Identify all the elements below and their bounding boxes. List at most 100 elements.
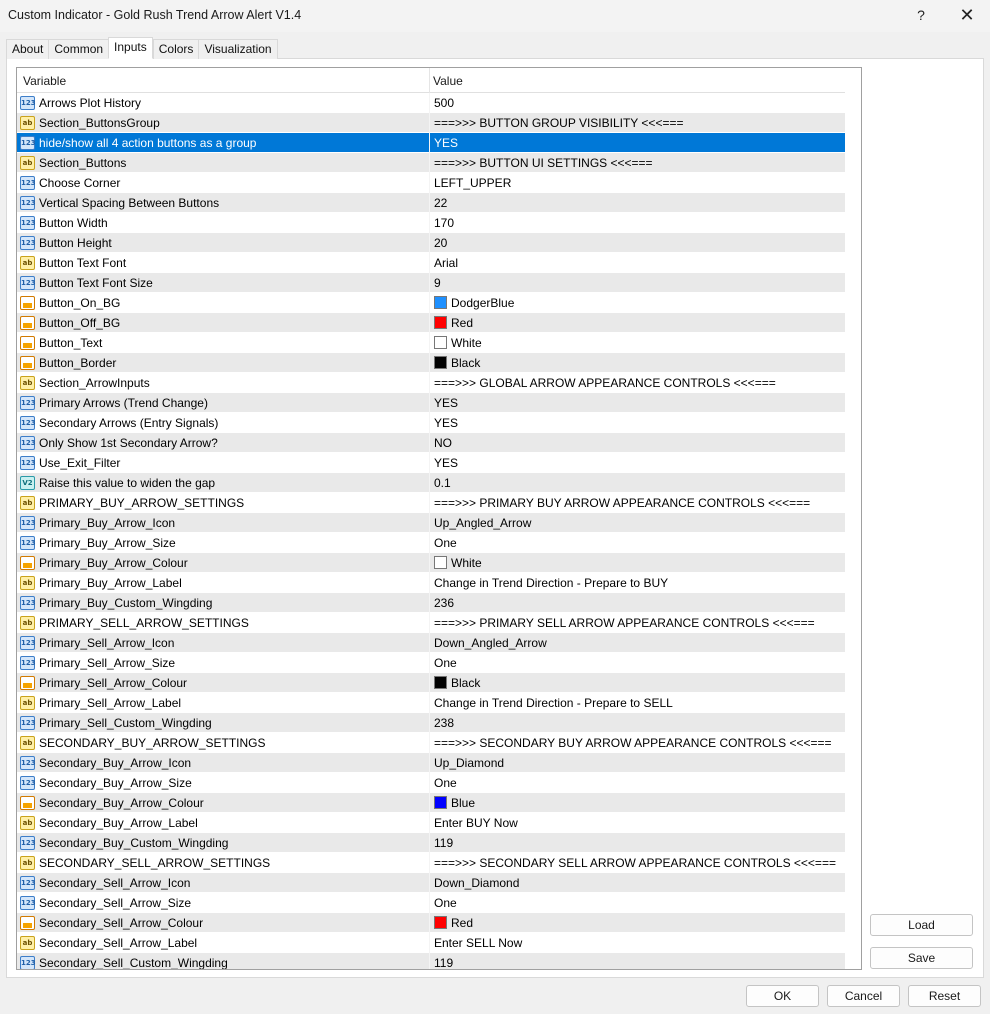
value-cell[interactable]: One — [429, 533, 845, 553]
variable-cell[interactable]: 123 Arrows Plot History — [17, 93, 429, 113]
value-cell[interactable]: Down_Angled_Arrow — [429, 633, 845, 653]
value-cell[interactable]: 9 — [429, 273, 845, 293]
value-cell[interactable]: YES — [429, 133, 845, 153]
table-row[interactable]: ab Primary_Buy_Arrow_Label Change in Trend… — [17, 573, 845, 593]
cancel-button[interactable]: Cancel — [827, 985, 900, 1007]
header-separator[interactable] — [429, 68, 430, 93]
table-row[interactable]: 123 Primary_Buy_Arrow_Icon Up_Angled_Arrow — [17, 513, 845, 533]
variable-cell[interactable]: 123 hide/show all 4 action buttons as a g… — [17, 133, 429, 153]
table-row[interactable]: Primary_Sell_Arrow_Colour Black — [17, 673, 845, 693]
value-cell[interactable]: Blue — [429, 793, 845, 813]
table-row[interactable]: 123 Use_Exit_Filter YES — [17, 453, 845, 473]
value-cell[interactable]: Black — [429, 673, 845, 693]
variable-cell[interactable]: Secondary_Buy_Arrow_Colour — [17, 793, 429, 813]
variable-cell[interactable]: Button_Off_BG — [17, 313, 429, 333]
value-cell[interactable]: One — [429, 893, 845, 913]
value-cell[interactable]: YES — [429, 453, 845, 473]
variable-cell[interactable]: 123 Primary_Buy_Arrow_Size — [17, 533, 429, 553]
color-swatch[interactable] — [434, 296, 447, 309]
variable-cell[interactable]: 123 Primary_Buy_Arrow_Icon — [17, 513, 429, 533]
variable-cell[interactable]: ab PRIMARY_BUY_ARROW_SETTINGS — [17, 493, 429, 513]
value-cell[interactable]: ===>>> GLOBAL ARROW APPEARANCE CONTROLS … — [429, 373, 845, 393]
variable-cell[interactable]: 123 Button Height — [17, 233, 429, 253]
table-row[interactable]: 123 Primary Arrows (Trend Change) YES — [17, 393, 845, 413]
table-row[interactable]: 123 Secondary_Buy_Arrow_Icon Up_Diamond — [17, 753, 845, 773]
table-row[interactable]: Button_Text White — [17, 333, 845, 353]
color-swatch[interactable] — [434, 676, 447, 689]
variable-cell[interactable]: 123 Secondary Arrows (Entry Signals) — [17, 413, 429, 433]
table-row[interactable]: 123 Button Height 20 — [17, 233, 845, 253]
variable-cell[interactable]: 123 Button Text Font Size — [17, 273, 429, 293]
table-row[interactable]: 123 Primary_Sell_Arrow_Size One — [17, 653, 845, 673]
variable-cell[interactable]: 123 Secondary_Sell_Arrow_Size — [17, 893, 429, 913]
value-cell[interactable]: ===>>> PRIMARY BUY ARROW APPEARANCE CONT… — [429, 493, 845, 513]
variable-cell[interactable]: Primary_Buy_Arrow_Colour — [17, 553, 429, 573]
color-swatch[interactable] — [434, 796, 447, 809]
table-row[interactable]: 123 Secondary_Sell_Arrow_Icon Down_Diamond — [17, 873, 845, 893]
save-button[interactable]: Save — [870, 947, 973, 969]
tab-about[interactable]: About — [6, 39, 49, 59]
table-row[interactable]: 123 Choose Corner LEFT_UPPER — [17, 173, 845, 193]
value-cell[interactable]: One — [429, 773, 845, 793]
variable-cell[interactable]: Button_On_BG — [17, 293, 429, 313]
table-row[interactable]: 123 Secondary_Buy_Custom_Wingding 119 — [17, 833, 845, 853]
variable-cell[interactable]: ab Secondary_Buy_Arrow_Label — [17, 813, 429, 833]
value-cell[interactable]: ===>>> BUTTON GROUP VISIBILITY <<<=== — [429, 113, 845, 133]
value-cell[interactable]: ===>>> BUTTON UI SETTINGS <<<=== — [429, 153, 845, 173]
table-row[interactable]: 123 Primary_Buy_Arrow_Size One — [17, 533, 845, 553]
variable-cell[interactable]: ab Secondary_Sell_Arrow_Label — [17, 933, 429, 953]
close-button[interactable]: ✕ — [944, 0, 990, 30]
value-cell[interactable]: DodgerBlue — [429, 293, 845, 313]
value-cell[interactable]: 236 — [429, 593, 845, 613]
table-row[interactable]: 123 Only Show 1st Secondary Arrow? NO — [17, 433, 845, 453]
value-cell[interactable]: LEFT_UPPER — [429, 173, 845, 193]
help-button[interactable]: ? — [898, 0, 944, 30]
value-cell[interactable]: 170 — [429, 213, 845, 233]
tab-inputs[interactable]: Inputs — [108, 37, 153, 59]
value-cell[interactable]: Change in Trend Direction - Prepare to B… — [429, 573, 845, 593]
variable-cell[interactable]: ab Section_ArrowInputs — [17, 373, 429, 393]
table-row[interactable]: 123 Button Width 170 — [17, 213, 845, 233]
value-cell[interactable]: 500 — [429, 93, 845, 113]
value-cell[interactable]: YES — [429, 413, 845, 433]
variable-cell[interactable]: Primary_Sell_Arrow_Colour — [17, 673, 429, 693]
value-cell[interactable]: ===>>> SECONDARY SELL ARROW APPEARANCE C… — [429, 853, 845, 873]
tab-colors[interactable]: Colors — [152, 39, 199, 59]
value-cell[interactable]: White — [429, 333, 845, 353]
reset-button[interactable]: Reset — [908, 985, 981, 1007]
value-cell[interactable]: NO — [429, 433, 845, 453]
table-row[interactable]: 123 hide/show all 4 action buttons as a g… — [17, 133, 845, 153]
header-variable[interactable]: Variable — [23, 74, 66, 88]
value-cell[interactable]: 22 — [429, 193, 845, 213]
value-cell[interactable]: Up_Angled_Arrow — [429, 513, 845, 533]
ok-button[interactable]: OK — [746, 985, 819, 1007]
value-cell[interactable]: White — [429, 553, 845, 573]
table-row[interactable]: 123 Secondary_Sell_Arrow_Size One — [17, 893, 845, 913]
color-swatch[interactable] — [434, 356, 447, 369]
table-row[interactable]: ab PRIMARY_BUY_ARROW_SETTINGS ===>>> PRIMA… — [17, 493, 845, 513]
value-cell[interactable]: Arial — [429, 253, 845, 273]
table-row[interactable]: 123 Button Text Font Size 9 — [17, 273, 845, 293]
value-cell[interactable]: One — [429, 653, 845, 673]
table-row[interactable]: 123 Secondary Arrows (Entry Signals) YES — [17, 413, 845, 433]
variable-cell[interactable]: ab Primary_Buy_Arrow_Label — [17, 573, 429, 593]
value-cell[interactable]: 119 — [429, 953, 845, 969]
value-cell[interactable]: Enter BUY Now — [429, 813, 845, 833]
value-cell[interactable]: Up_Diamond — [429, 753, 845, 773]
table-row[interactable]: ab Primary_Sell_Arrow_Label Change in Tren… — [17, 693, 845, 713]
value-cell[interactable]: 20 — [429, 233, 845, 253]
color-swatch[interactable] — [434, 916, 447, 929]
variable-cell[interactable]: 123 Primary Arrows (Trend Change) — [17, 393, 429, 413]
tab-visualization[interactable]: Visualization — [198, 39, 278, 59]
variable-cell[interactable]: ab SECONDARY_SELL_ARROW_SETTINGS — [17, 853, 429, 873]
table-row[interactable]: Secondary_Buy_Arrow_Colour Blue — [17, 793, 845, 813]
value-cell[interactable]: Enter SELL Now — [429, 933, 845, 953]
variable-cell[interactable]: Button_Border — [17, 353, 429, 373]
table-row[interactable]: ab Button Text Font Arial — [17, 253, 845, 273]
table-row[interactable]: Secondary_Sell_Arrow_Colour Red — [17, 913, 845, 933]
variable-cell[interactable]: ab PRIMARY_SELL_ARROW_SETTINGS — [17, 613, 429, 633]
variable-cell[interactable]: 123 Button Width — [17, 213, 429, 233]
color-swatch[interactable] — [434, 556, 447, 569]
table-row[interactable]: 123 Secondary_Buy_Arrow_Size One — [17, 773, 845, 793]
table-row[interactable]: Primary_Buy_Arrow_Colour White — [17, 553, 845, 573]
